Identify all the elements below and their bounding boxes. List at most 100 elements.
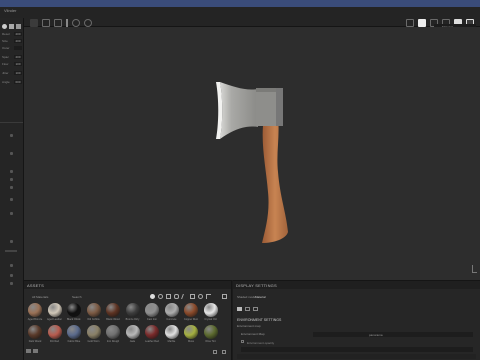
tool-icon[interactable] — [10, 134, 13, 137]
material-thumbnail[interactable] — [86, 325, 101, 339]
material-thumbnail[interactable] — [184, 303, 198, 317]
prop-row[interactable]: Angle 000 — [1, 80, 23, 84]
tool-icon[interactable] — [10, 264, 13, 267]
material-thumbnail[interactable] — [125, 303, 140, 317]
material-thumbnail[interactable] — [145, 325, 159, 339]
camera-settings-icon[interactable] — [237, 307, 242, 311]
prop-row[interactable]: Flow 100 — [1, 62, 23, 66]
tool-icon[interactable] — [10, 240, 13, 243]
viewport-3d[interactable] — [24, 27, 480, 280]
tool-icon[interactable] — [10, 152, 13, 155]
assets-panel: ASSETS All Materials Search Aged Bronze A… — [24, 280, 232, 360]
material-thumbnail[interactable] — [106, 325, 120, 339]
environment-map-caption: Environment Map — [241, 332, 265, 336]
sphere-filter-icon[interactable] — [150, 294, 155, 299]
tool-icon[interactable] — [10, 186, 13, 189]
layer-icon[interactable] — [9, 24, 14, 29]
material-label: Aged Bronze — [27, 318, 43, 321]
material-filter-icon[interactable] — [158, 294, 163, 299]
delete-icon[interactable] — [16, 24, 21, 29]
material-label: Jade — [129, 340, 136, 343]
material-thumbnail[interactable] — [164, 325, 179, 339]
material-label: Dirt Red — [49, 340, 60, 343]
material-label: Iron Rough — [106, 340, 120, 343]
texture-filter-icon[interactable] — [166, 294, 171, 299]
prop-row[interactable]: Resol 200 — [1, 32, 23, 36]
import-icon[interactable] — [33, 349, 38, 353]
brush-icon[interactable] — [2, 24, 7, 29]
axis-gizmo-icon — [472, 265, 477, 273]
shaded-mode-label: Shaded mode — [237, 295, 256, 299]
environment-filter-icon[interactable] — [198, 294, 203, 299]
left-properties-panel: Resol 200 Size 200 Outer Spac 200 Flow 100 J… — [0, 18, 24, 360]
tool-icon[interactable] — [10, 274, 13, 277]
material-thumbnail[interactable] — [203, 303, 218, 317]
material-label: Leather Red — [145, 340, 159, 343]
image-filter-icon[interactable] — [190, 294, 195, 299]
divider — [0, 122, 23, 123]
prop-row[interactable]: Size 200 — [1, 39, 23, 43]
material-label: Olive Tint — [205, 340, 216, 343]
material-thumbnail[interactable] — [67, 325, 81, 339]
display-settings-panel: DISPLAY SETTINGS Shaded mode Material EN… — [233, 280, 480, 360]
search-input[interactable]: Search — [64, 294, 144, 300]
brush-icon[interactable] — [406, 19, 414, 27]
camera-icon[interactable] — [72, 19, 80, 27]
material-thumbnail[interactable] — [145, 303, 159, 317]
material-label: Marble — [167, 340, 176, 343]
text-filter-icon[interactable] — [206, 294, 211, 299]
material-label: Crystal Old — [204, 318, 217, 321]
material-thumbnail[interactable] — [184, 325, 198, 339]
grid-icon[interactable] — [42, 19, 50, 27]
delete-asset-icon[interactable] — [222, 350, 226, 354]
material-thumbnail[interactable] — [47, 325, 62, 339]
material-thumbnail[interactable] — [28, 325, 42, 339]
tool-icon[interactable] — [10, 282, 13, 285]
toolbar: Vlinder — [0, 7, 480, 27]
material-label: Moss — [188, 340, 194, 343]
folder-icon[interactable] — [26, 349, 31, 353]
prop-row[interactable]: Outer — [1, 46, 23, 50]
environment-opacity-slider[interactable] — [241, 347, 473, 352]
cursor-icon[interactable] — [66, 19, 68, 27]
grid-view-icon[interactable] — [222, 294, 227, 299]
assets-header: ASSETS — [24, 281, 231, 289]
layout-icon[interactable] — [54, 19, 62, 27]
environment-map-dropdown[interactable]: panorama — [313, 332, 473, 337]
fill-icon[interactable] — [418, 19, 426, 27]
brush-filter-icon[interactable] — [174, 294, 179, 299]
material-label: Cast Iron — [146, 318, 158, 321]
prop-row[interactable]: Spac 200 — [1, 55, 23, 59]
material-thumbnail[interactable] — [125, 325, 140, 339]
grid-settings-icon[interactable] — [253, 307, 258, 311]
render-settings-icon[interactable] — [245, 307, 250, 311]
shaded-mode-value[interactable]: Material — [255, 295, 266, 299]
prop-row[interactable]: Jitter 100 — [1, 71, 23, 75]
add-asset-icon[interactable] — [213, 350, 217, 354]
title-bar — [0, 0, 480, 7]
materials-filter-dropdown[interactable]: All Materials — [30, 294, 60, 300]
environment-opacity-label: Environment opacity — [247, 341, 275, 345]
pen-filter-icon[interactable] — [181, 294, 188, 299]
tool-icon[interactable] — [10, 212, 13, 215]
slider-icon[interactable] — [5, 250, 17, 252]
tool-icon[interactable] — [10, 170, 13, 173]
material-label: Bronze Dirty — [125, 318, 140, 321]
menu-icon[interactable] — [30, 19, 38, 27]
material-thumbnail[interactable] — [164, 303, 179, 317]
axe-model[interactable] — [24, 27, 480, 280]
material-thumbnail[interactable] — [67, 303, 81, 317]
environment-map-label: Environment map — [237, 324, 261, 328]
light-icon[interactable] — [84, 19, 92, 27]
window-title: Vlinder — [4, 8, 17, 13]
material-label: Fabric Blue — [67, 340, 81, 343]
environment-checkbox[interactable] — [241, 340, 244, 343]
material-thumbnail[interactable] — [28, 303, 42, 317]
tool-icon[interactable] — [10, 198, 13, 201]
material-thumbnail[interactable] — [86, 303, 101, 317]
tool-icon[interactable] — [10, 178, 13, 181]
material-thumbnail[interactable] — [203, 325, 218, 339]
material-thumbnail[interactable] — [47, 303, 62, 317]
material-label: Aged Leather — [46, 318, 62, 321]
material-thumbnail[interactable] — [106, 303, 120, 317]
